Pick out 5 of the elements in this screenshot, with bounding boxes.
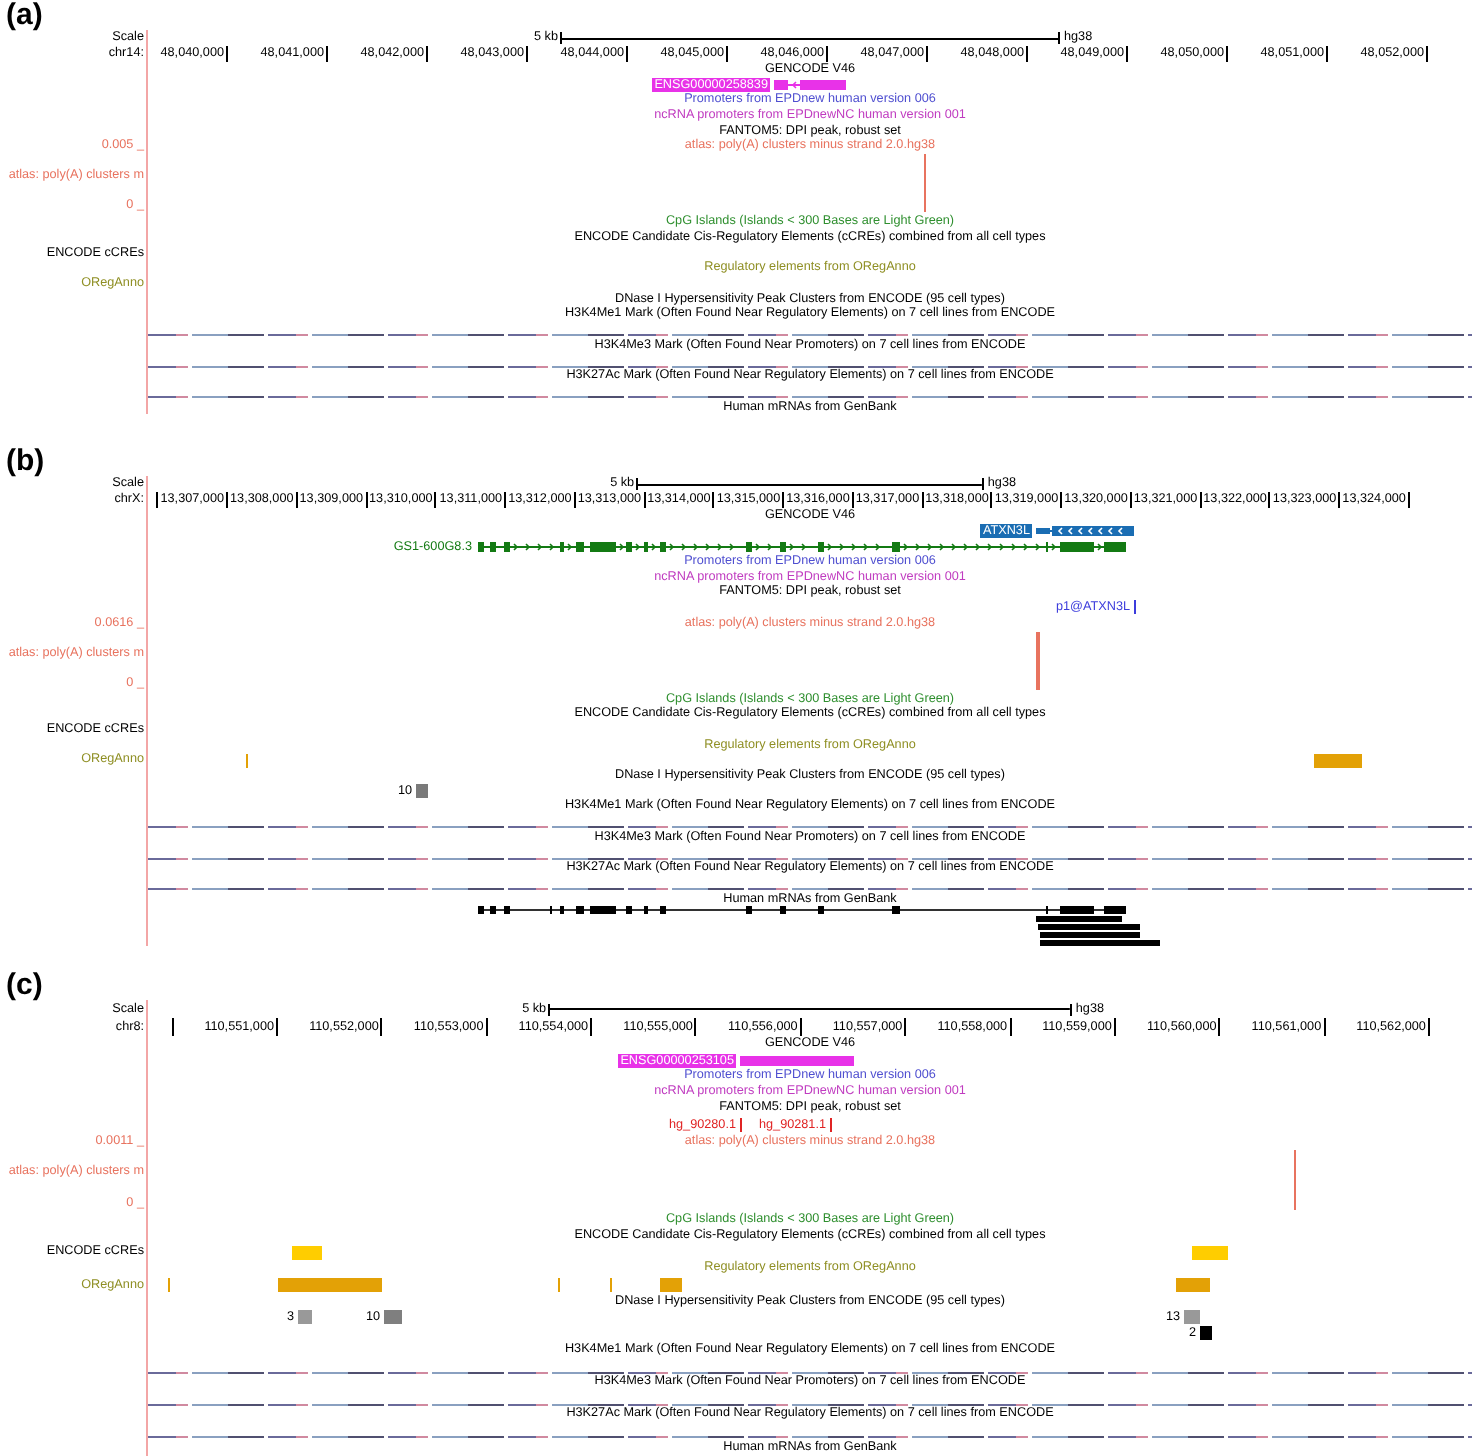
panel-label: (c) — [6, 970, 43, 1000]
tick-mark — [171, 1018, 174, 1036]
panel-label: (b) — [6, 446, 45, 476]
panel-label: (a) — [6, 0, 43, 30]
tick-mark — [156, 492, 159, 508]
